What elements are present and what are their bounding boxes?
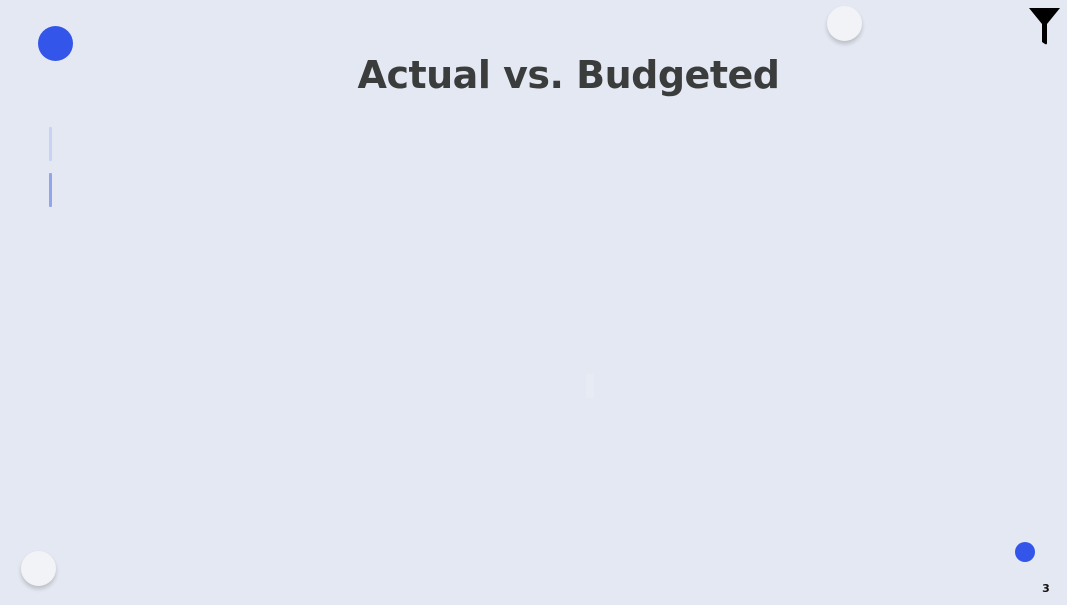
filter-funnel-shape xyxy=(1029,8,1060,45)
nav-bar-item-2[interactable] xyxy=(49,173,52,207)
toggle-button-bottom[interactable] xyxy=(21,551,56,586)
filter-funnel-icon[interactable] xyxy=(1028,7,1061,45)
report-page: Actual vs. Budgeted 3 xyxy=(0,0,1067,605)
page-number: 3 xyxy=(1042,582,1050,595)
faint-placeholder-mark xyxy=(586,374,594,398)
page-indicator-dot[interactable] xyxy=(1015,542,1035,562)
nav-bar-item-1[interactable] xyxy=(49,127,52,161)
toggle-button-top[interactable] xyxy=(827,6,862,41)
page-title: Actual vs. Budgeted xyxy=(357,53,780,98)
